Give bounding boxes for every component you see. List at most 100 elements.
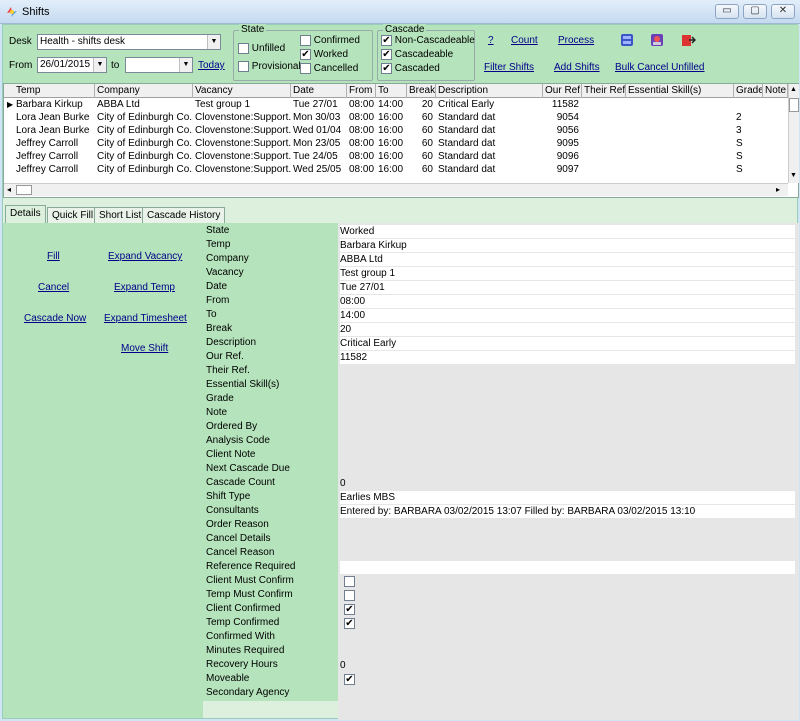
column-header[interactable]: Break xyxy=(407,84,436,98)
table-row[interactable]: Jeffrey Carroll City of Edinburgh Co... Cl… xyxy=(4,137,788,150)
process-link[interactable]: Process xyxy=(558,35,594,46)
field-value[interactable]: Tue 27/01 xyxy=(340,281,795,294)
scroll-left-icon[interactable]: ◂ xyxy=(7,185,11,194)
field-value[interactable] xyxy=(340,463,795,476)
desk-select[interactable]: Health - shifts desk ▼ xyxy=(37,34,221,50)
bulk-cancel-unfilled-link[interactable]: Bulk Cancel Unfilled xyxy=(615,62,705,73)
confirmed-check-box[interactable] xyxy=(300,35,311,46)
filter-shifts-link[interactable]: Filter Shifts xyxy=(484,62,534,73)
horizontal-scrollbar[interactable]: ◂ ▸ xyxy=(4,183,788,196)
user-refresh-icon[interactable] xyxy=(649,32,665,48)
field-value[interactable]: ABBA Ltd xyxy=(340,253,795,266)
column-header[interactable]: Our Ref. xyxy=(543,84,582,98)
database-icon[interactable] xyxy=(619,32,635,48)
cascade-now-link[interactable]: Cascade Now xyxy=(24,313,86,324)
scroll-thumb[interactable] xyxy=(789,98,799,112)
tab-short-list[interactable]: Short List xyxy=(94,207,147,223)
cascadeable-check-box[interactable]: ✔ xyxy=(381,49,392,60)
field-checkbox[interactable] xyxy=(344,589,355,601)
field-value[interactable] xyxy=(340,589,795,602)
confirmed-checkbox[interactable]: Confirmed xyxy=(300,35,360,46)
tab-details[interactable]: Details xyxy=(5,205,46,223)
field-value[interactable]: ✔ xyxy=(340,673,795,686)
field-value[interactable] xyxy=(340,421,795,434)
scroll-down-icon[interactable]: ▼ xyxy=(790,172,797,179)
from-date-picker[interactable]: 26/01/2015 ▼ xyxy=(37,57,107,73)
column-header[interactable]: Essential Skill(s) xyxy=(626,84,734,98)
field-value[interactable] xyxy=(340,547,795,560)
field-value[interactable] xyxy=(340,575,795,588)
provisional-checkbox[interactable]: Provisional xyxy=(238,61,301,72)
field-value[interactable]: ✔ xyxy=(340,617,795,630)
today-link[interactable]: Today xyxy=(198,60,225,71)
chevron-down-icon[interactable]: ▼ xyxy=(207,35,220,49)
table-row[interactable]: ▶ Barbara Kirkup ABBA Ltd Test group 1 Tue 2… xyxy=(4,98,788,111)
column-header[interactable]: To xyxy=(376,84,407,98)
column-header[interactable]: Description xyxy=(436,84,543,98)
field-value[interactable] xyxy=(340,561,795,574)
field-value[interactable]: 11582 xyxy=(340,351,795,364)
cascaded-checkbox[interactable]: ✔ Cascaded xyxy=(381,63,440,74)
table-row[interactable]: Lora Jean Burke City of Edinburgh Co... Cl… xyxy=(4,111,788,124)
cascadeable-checkbox[interactable]: ✔ Cascadeable xyxy=(381,49,453,60)
field-value[interactable]: Test group 1 xyxy=(340,267,795,280)
field-value[interactable] xyxy=(340,687,795,700)
unfilled-checkbox[interactable]: Unfilled xyxy=(238,43,285,54)
expand-timesheet-link[interactable]: Expand Timesheet xyxy=(104,313,187,324)
unfilled-check-box[interactable] xyxy=(238,43,249,54)
expand-temp-link[interactable]: Expand Temp xyxy=(114,282,175,293)
field-value[interactable]: 0 xyxy=(340,659,795,672)
scroll-right-icon[interactable]: ▸ xyxy=(776,185,780,194)
maximize-button[interactable]: ▢ xyxy=(743,4,767,19)
cascaded-check-box[interactable]: ✔ xyxy=(381,63,392,74)
worked-check-box[interactable]: ✔ xyxy=(300,49,311,60)
column-header[interactable]: Date xyxy=(291,84,347,98)
field-value[interactable] xyxy=(340,365,795,378)
field-value[interactable]: ✔ xyxy=(340,603,795,616)
field-value[interactable]: Earlies MBS xyxy=(340,491,795,504)
field-checkbox[interactable]: ✔ xyxy=(344,603,355,615)
column-header[interactable]: Company xyxy=(95,84,193,98)
column-header[interactable]: Note xyxy=(763,84,788,98)
field-value[interactable]: 20 xyxy=(340,323,795,336)
field-value[interactable] xyxy=(340,533,795,546)
field-value[interactable]: Entered by: BARBARA 03/02/2015 13:07 Fil… xyxy=(340,505,795,518)
table-row[interactable]: Jeffrey Carroll City of Edinburgh Co... Cl… xyxy=(4,163,788,176)
exit-icon[interactable] xyxy=(680,32,696,48)
tab-cascade-history[interactable]: Cascade History xyxy=(142,207,226,223)
worked-checkbox[interactable]: ✔ Worked xyxy=(300,49,348,60)
add-shifts-link[interactable]: Add Shifts xyxy=(554,62,600,73)
chevron-down-icon[interactable]: ▼ xyxy=(179,58,192,72)
field-value[interactable]: 0 xyxy=(340,477,795,490)
vertical-scrollbar[interactable]: ▲ ▼ xyxy=(788,84,799,183)
column-header[interactable]: Their Ref. xyxy=(582,84,626,98)
cancelled-check-box[interactable] xyxy=(300,63,311,74)
field-checkbox[interactable]: ✔ xyxy=(344,617,355,629)
non-cascadeable-checkbox[interactable]: ✔ Non-Cascadeable xyxy=(381,35,475,46)
scroll-up-icon[interactable]: ▲ xyxy=(790,86,797,93)
field-checkbox[interactable]: ✔ xyxy=(344,673,355,685)
field-value[interactable] xyxy=(340,449,795,462)
tab-quick-fill[interactable]: Quick Fill xyxy=(47,207,99,223)
field-value[interactable]: 14:00 xyxy=(340,309,795,322)
table-row[interactable]: Jeffrey Carroll City of Edinburgh Co... Cl… xyxy=(4,150,788,163)
field-value[interactable]: 08:00 xyxy=(340,295,795,308)
column-header[interactable]: From xyxy=(347,84,376,98)
column-header[interactable]: Vacancy xyxy=(193,84,291,98)
cancel-link[interactable]: Cancel xyxy=(38,282,69,293)
column-header[interactable]: Temp xyxy=(14,84,95,98)
fill-link[interactable]: Fill xyxy=(47,251,60,262)
field-checkbox[interactable] xyxy=(344,575,355,587)
field-value[interactable] xyxy=(340,379,795,392)
table-row[interactable]: Lora Jean Burke City of Edinburgh Co... Cl… xyxy=(4,124,788,137)
field-value[interactable]: Critical Early xyxy=(340,337,795,350)
chevron-down-icon[interactable]: ▼ xyxy=(93,58,106,72)
non-cascadeable-check-box[interactable]: ✔ xyxy=(381,35,392,46)
move-shift-link[interactable]: Move Shift xyxy=(121,343,168,354)
field-value[interactable]: Worked xyxy=(340,225,795,238)
help-link[interactable]: ? xyxy=(488,35,494,46)
field-value[interactable] xyxy=(340,519,795,532)
field-value[interactable] xyxy=(340,631,795,644)
cancelled-checkbox[interactable]: Cancelled xyxy=(300,63,358,74)
field-value[interactable]: Barbara Kirkup xyxy=(340,239,795,252)
